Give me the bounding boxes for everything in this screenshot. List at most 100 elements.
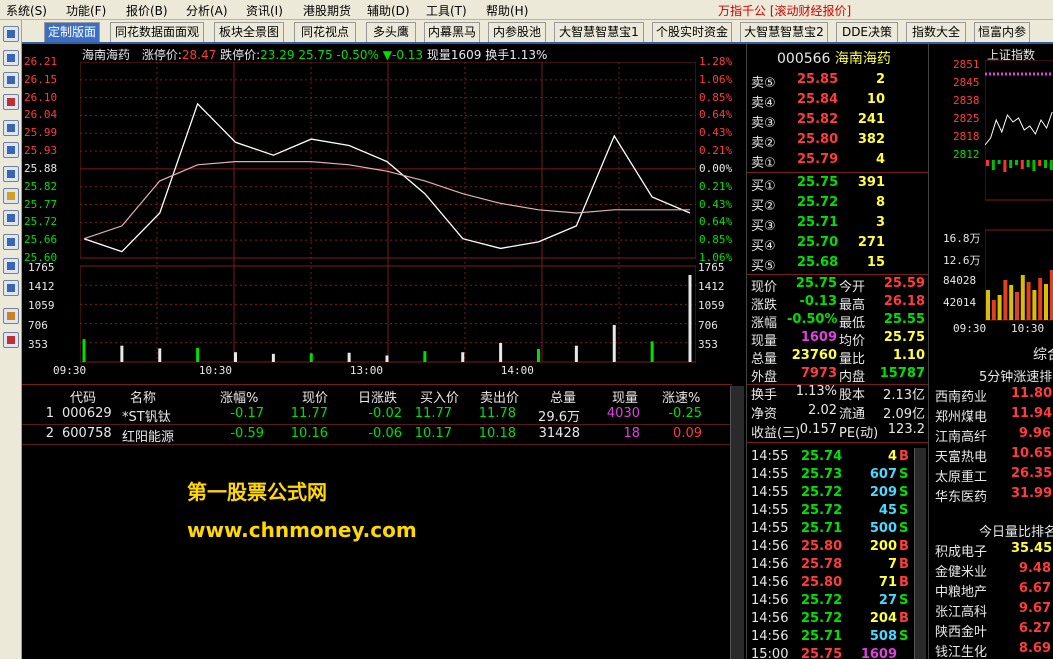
cell-code: 000629: [62, 406, 112, 421]
mini-index-chart[interactable]: [985, 60, 1053, 330]
col-speed[interactable]: 涨速%: [662, 387, 700, 406]
menu-assist[interactable]: 辅助(D): [367, 2, 410, 19]
intraday-panel: 海南海药 涨停价:28.47 跌停价:23.29 25.75 -0.50% ▼-…: [22, 44, 746, 659]
price-tick-label: 26.04: [24, 108, 58, 122]
stat-value: 123.2: [887, 422, 925, 437]
tab-data-overview[interactable]: 同花数据面面观: [110, 22, 204, 42]
stat-label: 现价: [751, 280, 778, 295]
cell-price: 11.77: [290, 406, 328, 421]
bid-price: 25.71: [797, 215, 839, 230]
cell-ask: 10.18: [478, 426, 516, 441]
tab-index-list[interactable]: 指数大全: [906, 22, 966, 42]
calc-icon[interactable]: [3, 332, 19, 348]
tab-bull-eagle[interactable]: 多头鹰: [366, 22, 416, 42]
tab-realtime-funds[interactable]: 个股实时资金: [652, 22, 732, 42]
col-name[interactable]: 名称: [130, 387, 156, 406]
stat-label: 流通: [839, 407, 866, 422]
tick-price: 25.78: [801, 557, 843, 572]
rank-stock-name: 钱江生化: [935, 645, 988, 659]
tab-insider-pool[interactable]: 内参股池: [488, 22, 546, 42]
tick-volume: 508: [869, 629, 897, 644]
col-code[interactable]: 代码: [70, 387, 96, 406]
users-icon[interactable]: [3, 210, 19, 226]
volume-bar: [499, 342, 503, 362]
col-volume[interactable]: 总量: [550, 387, 576, 406]
price-tick-label: 25.72: [24, 215, 58, 229]
stat-label: 最高: [839, 298, 866, 313]
search-icon[interactable]: [3, 258, 19, 274]
tab-wisdom-1[interactable]: 大智慧智慧宝1: [554, 22, 644, 42]
news-icon[interactable]: [3, 142, 19, 158]
menu-analysis[interactable]: 分析(A): [186, 2, 228, 19]
line-chart-icon[interactable]: [3, 72, 19, 88]
mini-price-frame: [985, 60, 1053, 201]
window-icon[interactable]: [3, 120, 19, 136]
cell-price: 10.16: [290, 426, 328, 441]
limit-up-value: 28.47: [181, 48, 217, 62]
pct-tick-label: 1.28%: [699, 55, 733, 68]
pct-tick-label: 0.21%: [699, 179, 733, 193]
tab-hengfu[interactable]: 恒富内参: [974, 22, 1030, 42]
col-pct[interactable]: 涨幅%: [220, 387, 258, 406]
tab-bar: 定制版面 同花数据面面观 板块全景图 同花视点 多头鹰 内幕黑马 内参股池 大智…: [22, 20, 1053, 44]
tab-wisdom-2[interactable]: 大智慧智慧宝2: [740, 22, 828, 42]
intraday-chart[interactable]: [80, 62, 696, 408]
mini-vol-bar: [1015, 292, 1019, 320]
mail-icon[interactable]: [3, 188, 19, 204]
col-daychg[interactable]: 日涨跌: [358, 387, 397, 406]
rank-speed-section: 5分钟涨速排名: [979, 370, 1053, 385]
tick-side: S: [899, 629, 909, 644]
report-icon[interactable]: [3, 166, 19, 182]
menu-hk-futures[interactable]: 港股期货: [303, 2, 351, 19]
quote-list-icon[interactable]: [3, 26, 19, 42]
app-brand-title: 万指千公 [滚动财经报价]: [718, 4, 852, 18]
table-row[interactable]: 2 600758 红阳能源 -0.59 10.16 -0.06 10.17 10.18 3142…: [22, 426, 730, 445]
bid-level-label: 买⑤: [751, 259, 776, 274]
table-icon[interactable]: [3, 50, 19, 66]
menu-help[interactable]: 帮助(H): [486, 2, 528, 19]
menu-system[interactable]: 系统(S): [6, 2, 47, 19]
rank-stock-price: 26.35: [1011, 466, 1053, 481]
pct-tick-label: 0.00%: [699, 161, 733, 175]
stat-value: 2.09亿: [883, 407, 925, 422]
ticks-scrollbar[interactable]: [914, 448, 926, 659]
menu-quote[interactable]: 报价(B): [126, 2, 168, 19]
tick-volume: 209: [869, 485, 897, 500]
menu-info[interactable]: 资讯(I): [246, 2, 283, 19]
mini-vol-bar: [1044, 284, 1048, 320]
table-row[interactable]: 1 000629 *ST钒钛 -0.17 11.77 -0.02 11.77 11.78 29.…: [22, 406, 730, 425]
col-curvol[interactable]: 现量: [612, 387, 638, 406]
stat-label: 涨幅: [751, 316, 778, 331]
bid-volume: 3: [875, 215, 885, 230]
cell-name: *ST钒钛: [122, 410, 171, 425]
menu-function[interactable]: 功能(F): [66, 2, 106, 19]
col-bid[interactable]: 买入价: [420, 387, 459, 406]
index-vol-label: 16.8万: [943, 232, 981, 245]
cell-code: 600758: [62, 426, 112, 441]
cell-idx: 2: [45, 426, 54, 441]
index-vol-label: 84028: [943, 274, 977, 287]
volume-bar: [574, 345, 578, 362]
tick-volume: 45: [878, 503, 897, 518]
tab-dde[interactable]: DDE决策: [836, 22, 898, 42]
tab-custom-layout[interactable]: 定制版面: [44, 22, 100, 42]
tab-viewpoint[interactable]: 同花视点: [294, 22, 356, 42]
candle-chart-icon[interactable]: [3, 94, 19, 110]
link-icon[interactable]: [3, 308, 19, 324]
tab-sector-map[interactable]: 板块全景图: [214, 22, 284, 42]
ask-level-label: 卖②: [751, 136, 776, 151]
tab-insider-horse[interactable]: 内幕黑马: [424, 22, 480, 42]
bid-price: 25.70: [797, 235, 839, 250]
menu-tools[interactable]: 工具(T): [426, 2, 467, 19]
rank-stock-name: 江南高纤: [935, 430, 988, 445]
tick-side: B: [899, 449, 909, 464]
index-price-label: 2845: [953, 76, 980, 89]
last-price: 25.75: [298, 48, 333, 62]
eit-icon[interactable]: [3, 280, 19, 296]
table-scrollbar[interactable]: [730, 386, 744, 659]
col-ask[interactable]: 卖出价: [480, 387, 519, 406]
index-vol-label: 42014: [943, 296, 977, 309]
globe-icon[interactable]: [3, 234, 19, 250]
cell-speed: -0.25: [668, 406, 702, 421]
col-price[interactable]: 现价: [302, 387, 328, 406]
